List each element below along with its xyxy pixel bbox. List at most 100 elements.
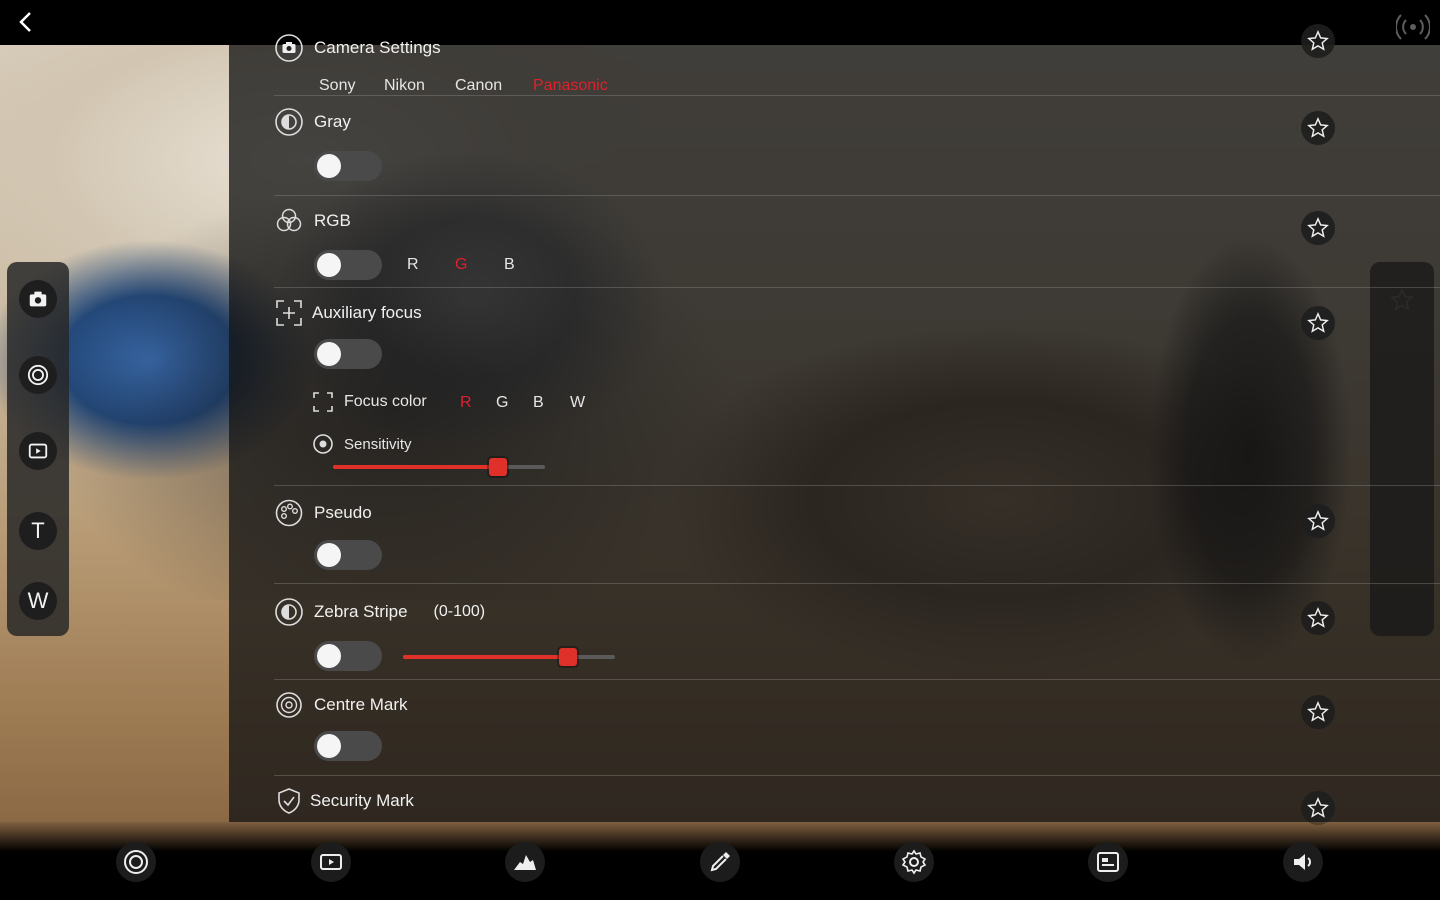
- gray-favorite-button[interactable]: [1301, 111, 1335, 145]
- focus-color-label: Focus color: [344, 393, 427, 410]
- favorite-button[interactable]: [1301, 24, 1335, 58]
- camera-settings-header: Camera Settings: [274, 31, 441, 65]
- target-icon: [313, 434, 333, 454]
- centre-mark-favorite-button[interactable]: [1301, 695, 1335, 729]
- toggle-knob: [317, 543, 341, 567]
- pseudo-favorite-button[interactable]: [1301, 504, 1335, 538]
- brand-tab-panasonic[interactable]: Panasonic: [533, 77, 608, 95]
- bottom-toolbar: [0, 822, 1440, 900]
- video-icon: [320, 854, 342, 870]
- zebra-range-label: (0-100): [433, 603, 486, 620]
- color-picker-button[interactable]: [700, 842, 740, 882]
- slider-thumb[interactable]: [559, 648, 578, 666]
- camera-settings-panel: Camera Settings Sony Nikon Canon Panason…: [229, 24, 1440, 825]
- centre-mark-label: Centre Mark: [314, 695, 408, 714]
- focus-color-r[interactable]: R: [460, 394, 472, 412]
- shield-icon: [274, 786, 304, 816]
- star-icon: [1307, 217, 1329, 238]
- eyedropper-icon: [710, 852, 730, 872]
- star-icon: [1307, 607, 1329, 628]
- rgb-circles-icon: [274, 206, 304, 236]
- zoom-tele-button[interactable]: T: [19, 512, 57, 550]
- aux-focus-toggle[interactable]: [314, 339, 382, 369]
- slider-thumb[interactable]: [489, 458, 508, 476]
- zoom-tele-label: T: [31, 518, 45, 543]
- rgb-channel-g[interactable]: G: [455, 256, 467, 274]
- aux-focus-label: Auxiliary focus: [312, 303, 422, 322]
- camera-settings-row: Camera Settings Sony Nikon Canon Panason…: [274, 17, 1440, 96]
- settings-button[interactable]: [894, 842, 934, 882]
- rgb-channel-b[interactable]: B: [504, 256, 515, 274]
- focus-color-b[interactable]: B: [533, 394, 544, 412]
- histogram-icon: [514, 855, 536, 870]
- toggle-knob: [317, 342, 341, 366]
- centre-mark-header: Centre Mark: [274, 688, 408, 722]
- zebra-favorite-button[interactable]: [1301, 601, 1335, 635]
- aux-focus-row: Auxiliary focus Focus color R G B W Sens…: [274, 287, 1440, 486]
- gray-toggle[interactable]: [314, 151, 382, 181]
- security-mark-favorite-button[interactable]: [1301, 791, 1335, 825]
- focus-color-w[interactable]: W: [570, 394, 585, 412]
- photo-mode-button[interactable]: [19, 280, 57, 318]
- shutter-icon: [27, 364, 49, 386]
- aux-focus-header: Auxiliary focus: [274, 296, 422, 330]
- rgb-favorite-button[interactable]: [1301, 211, 1335, 245]
- contrast-icon: [274, 107, 304, 137]
- crosshair-icon: [274, 690, 304, 720]
- zebra-toggle[interactable]: [314, 641, 382, 671]
- rgb-header: RGB: [274, 204, 351, 238]
- pseudo-row: Pseudo: [274, 485, 1440, 584]
- zebra-row: Zebra Stripe (0-100): [274, 583, 1440, 680]
- record-video-button[interactable]: [311, 842, 351, 882]
- speaker-icon: [1294, 854, 1311, 870]
- gray-row: Gray: [274, 95, 1440, 196]
- brand-tab-canon[interactable]: Canon: [455, 77, 502, 95]
- zoom-wide-label: W: [27, 588, 49, 613]
- sensitivity-label: Sensitivity: [344, 435, 412, 453]
- gallery-button[interactable]: [1088, 842, 1128, 882]
- zebra-header: Zebra Stripe (0-100): [274, 595, 485, 629]
- brand-tab-sony[interactable]: Sony: [319, 77, 355, 95]
- image-icon: [1097, 852, 1119, 872]
- zebra-icon: [274, 597, 304, 627]
- audio-button[interactable]: [1283, 842, 1323, 882]
- slider-fill: [403, 655, 569, 659]
- gray-header: Gray: [274, 105, 351, 139]
- security-mark-row: Security Mark: [274, 775, 1440, 825]
- zoom-wide-button[interactable]: W: [19, 582, 57, 620]
- rgb-channel-r[interactable]: R: [407, 256, 419, 274]
- brand-tab-nikon[interactable]: Nikon: [384, 77, 425, 95]
- pseudo-label: Pseudo: [314, 503, 372, 522]
- security-mark-label: Security Mark: [310, 791, 414, 810]
- gray-label: Gray: [314, 112, 351, 131]
- focus-bracket-icon: [313, 392, 333, 412]
- gear-icon: [901, 849, 927, 875]
- histogram-button[interactable]: [505, 842, 545, 882]
- chevron-left-icon: [19, 12, 31, 32]
- page-title: Camera Settings: [314, 38, 441, 57]
- shutter-button[interactable]: [19, 356, 57, 394]
- star-icon: [1307, 510, 1329, 531]
- focus-color-g[interactable]: G: [496, 394, 508, 412]
- palette-icon: [274, 498, 304, 528]
- toggle-knob: [317, 644, 341, 668]
- sensitivity-row: Sensitivity: [312, 433, 412, 455]
- focus-color-row: Focus color: [312, 391, 427, 413]
- rgb-toggle[interactable]: [314, 250, 382, 280]
- star-icon: [1307, 30, 1329, 51]
- back-button[interactable]: [10, 10, 42, 42]
- toggle-knob: [317, 734, 341, 758]
- pseudo-toggle[interactable]: [314, 540, 382, 570]
- capture-button[interactable]: [116, 842, 156, 882]
- video-mode-button[interactable]: [19, 432, 57, 470]
- zebra-slider[interactable]: [403, 648, 615, 666]
- slider-fill: [333, 465, 499, 469]
- sensitivity-slider[interactable]: [333, 458, 545, 476]
- zebra-label: Zebra Stripe: [314, 602, 408, 621]
- centre-mark-toggle[interactable]: [314, 731, 382, 761]
- rgb-row: RGB R G B: [274, 195, 1440, 288]
- camera-icon: [29, 291, 47, 307]
- star-icon: [1307, 797, 1329, 818]
- toggle-knob: [317, 253, 341, 277]
- aux-focus-favorite-button[interactable]: [1301, 306, 1335, 340]
